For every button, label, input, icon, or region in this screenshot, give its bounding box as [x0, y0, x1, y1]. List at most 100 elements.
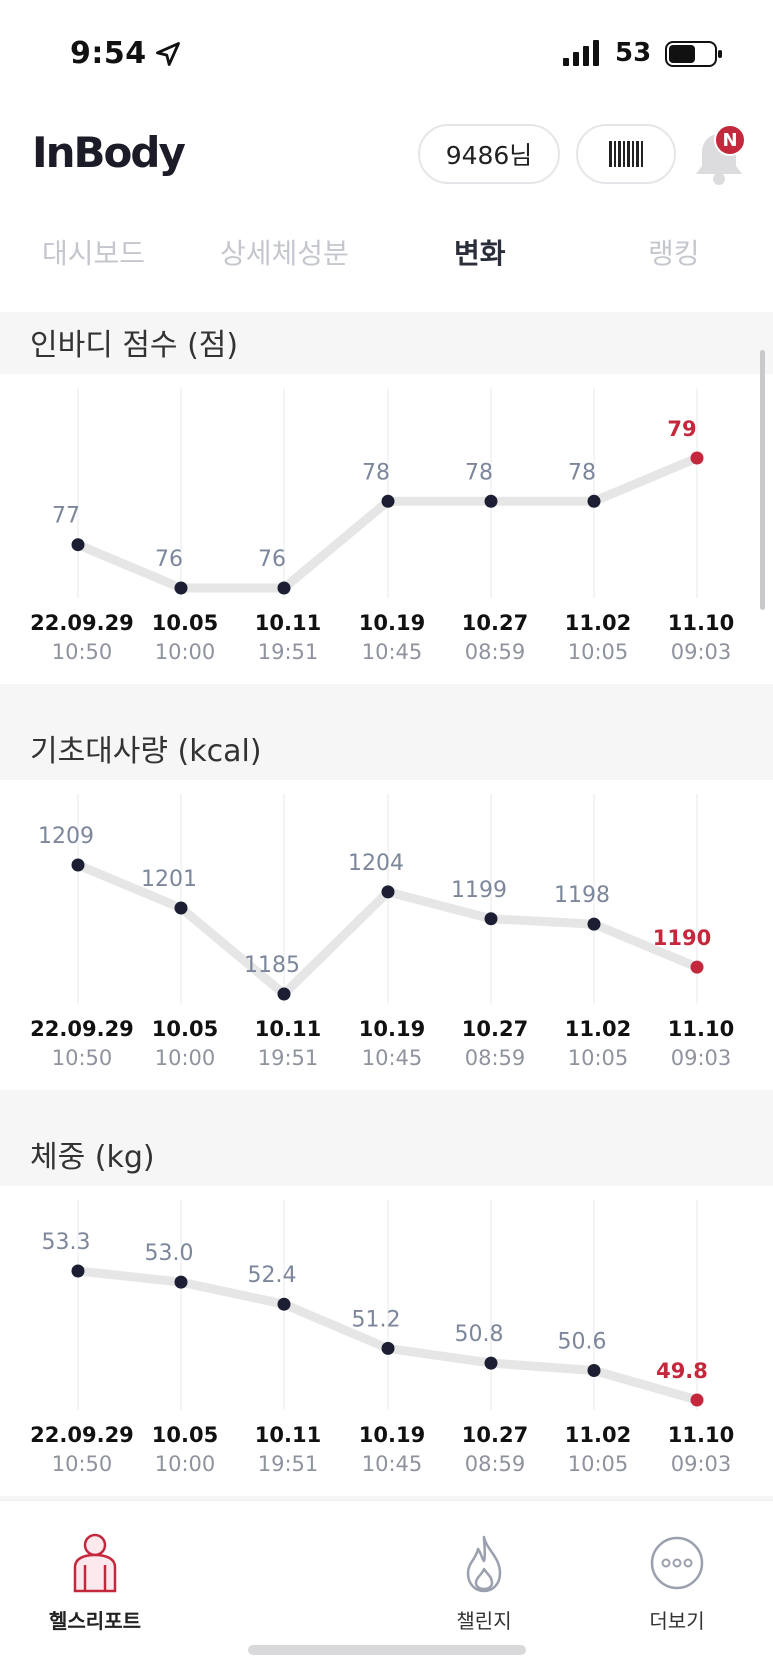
x-tick-time: 10:00 [155, 1046, 216, 1070]
x-tick-time: 08:59 [465, 1452, 526, 1476]
x-tick-date: 10.11 [255, 611, 321, 635]
nav-label: 헬스리포트 [49, 1609, 141, 1633]
data-label: 76 [155, 547, 183, 572]
data-point [587, 917, 601, 931]
data-point [277, 581, 291, 595]
nav-health-report[interactable]: 헬스리포트 [30, 1531, 160, 1634]
data-point [277, 987, 291, 1001]
x-tick-time: 10:00 [155, 1452, 216, 1476]
data-label: 53.3 [42, 1230, 91, 1255]
data-point [71, 858, 85, 872]
inbody-logo: InBody [32, 128, 186, 177]
x-tick-date: 11.10 [668, 1423, 734, 1447]
x-tick-date: 22.09.29 [30, 1423, 134, 1447]
x-tick-date: 10.27 [462, 1423, 528, 1447]
data-point [690, 451, 704, 465]
user-button[interactable]: 9486님 [418, 124, 560, 184]
x-tick-date: 10.05 [152, 1423, 218, 1447]
x-tick-time: 10:50 [52, 1452, 113, 1476]
section-header-inbody-score: 인바디 점수 (점) [0, 312, 773, 374]
x-tick-date: 11.02 [565, 1423, 631, 1447]
data-point [277, 1297, 291, 1311]
tab-ranking[interactable]: 랭킹 [648, 232, 700, 272]
nav-challenge[interactable]: 챌린지 [419, 1531, 549, 1634]
barcode-icon [609, 141, 643, 167]
tab-dashboard[interactable]: 대시보드 [42, 232, 145, 272]
data-point [174, 1275, 188, 1289]
chart-bmr: 1209 22.09.29 10:50 1201 10.05 10:00 1185 10.11… [0, 780, 760, 1090]
chart-svg: 77 22.09.29 10:50 76 10.05 10:00 76 10.11 19:51 7… [30, 388, 734, 664]
location-arrow-icon [156, 42, 180, 66]
data-label: 1204 [348, 851, 404, 876]
x-tick-time: 10:45 [362, 1452, 423, 1476]
user-name: 9486님 [445, 141, 533, 170]
battery-icon [665, 41, 722, 67]
home-indicator [248, 1645, 526, 1655]
chart-weight: 53.3 22.09.29 10:50 53.0 10.05 10:00 52.4 10.11… [0, 1186, 760, 1496]
chart-svg: 53.3 22.09.29 10:50 53.0 10.05 10:00 52.4 10.11… [30, 1200, 734, 1476]
section-header-weight: 체중 (kg) [0, 1124, 773, 1186]
status-bar: 9:54 53 [0, 0, 773, 100]
x-tick-time: 10:05 [568, 1046, 629, 1070]
data-label: 1201 [141, 867, 197, 892]
data-label: 49.8 [656, 1359, 708, 1383]
x-tick-date: 22.09.29 [30, 611, 134, 635]
x-tick-date: 11.02 [565, 1017, 631, 1041]
x-tick-date: 10.19 [359, 1423, 425, 1447]
x-tick-time: 10:05 [568, 640, 629, 664]
health-report-icon [73, 1533, 117, 1593]
data-point [381, 1341, 395, 1355]
nav-more[interactable]: 더보기 [612, 1531, 742, 1634]
data-point [484, 912, 498, 926]
data-label: 50.8 [455, 1322, 504, 1347]
data-label: 50.6 [558, 1330, 607, 1355]
x-tick-time: 19:51 [258, 1046, 319, 1070]
x-tick-date: 10.27 [462, 611, 528, 635]
data-point [174, 901, 188, 915]
x-tick-date: 10.05 [152, 1017, 218, 1041]
x-tick-time: 10:00 [155, 640, 216, 664]
data-label: 76 [258, 547, 286, 572]
data-point [71, 538, 85, 552]
data-label: 1190 [653, 926, 711, 950]
data-label: 53.0 [145, 1241, 194, 1266]
x-tick-date: 10.19 [359, 611, 425, 635]
x-tick-time: 10:45 [362, 1046, 423, 1070]
section-title: 체중 (kg) [30, 1140, 155, 1175]
data-point [484, 1356, 498, 1370]
tab-changes[interactable]: 변화 [454, 232, 506, 272]
x-tick-date: 10.27 [462, 1017, 528, 1041]
section-title: 인바디 점수 (점) [30, 328, 239, 363]
barcode-button[interactable] [576, 124, 676, 184]
x-tick-time: 10:50 [52, 640, 113, 664]
chart-inbody-score: 77 22.09.29 10:50 76 10.05 10:00 76 10.11 19:51 7… [0, 374, 760, 684]
app-header: InBody 9486님 N [0, 110, 773, 210]
data-point [71, 1264, 85, 1278]
data-label: 1209 [38, 824, 94, 849]
data-point [484, 494, 498, 508]
data-point [174, 581, 188, 595]
x-tick-time: 08:59 [465, 1046, 526, 1070]
screen: 9:54 53 InBody 9486님 N 대시보드 상세체성분 변화 랭킹 … [0, 0, 773, 1674]
data-label: 51.2 [352, 1307, 401, 1332]
data-label: 1185 [244, 953, 300, 978]
data-point [690, 1393, 704, 1407]
tab-body-composition[interactable]: 상세체성분 [220, 232, 349, 272]
x-tick-date: 11.10 [668, 1017, 734, 1041]
more-icon [650, 1536, 704, 1590]
scrollbar[interactable] [760, 350, 765, 610]
x-tick-date: 22.09.29 [30, 1017, 134, 1041]
status-time: 9:54 [70, 36, 147, 71]
data-label: 78 [465, 460, 493, 485]
signal-icon [563, 40, 599, 66]
x-tick-date: 10.05 [152, 611, 218, 635]
x-tick-date: 10.19 [359, 1017, 425, 1041]
x-tick-time: 10:05 [568, 1452, 629, 1476]
data-label: 78 [568, 460, 596, 485]
x-tick-time: 19:51 [258, 1452, 319, 1476]
section-header-bmr: 기초대사량 (kcal) [0, 718, 773, 780]
x-tick-time: 10:50 [52, 1046, 113, 1070]
nav-label: 챌린지 [456, 1609, 512, 1633]
section-title: 기초대사량 (kcal) [30, 734, 262, 769]
data-label: 52.4 [248, 1263, 297, 1288]
